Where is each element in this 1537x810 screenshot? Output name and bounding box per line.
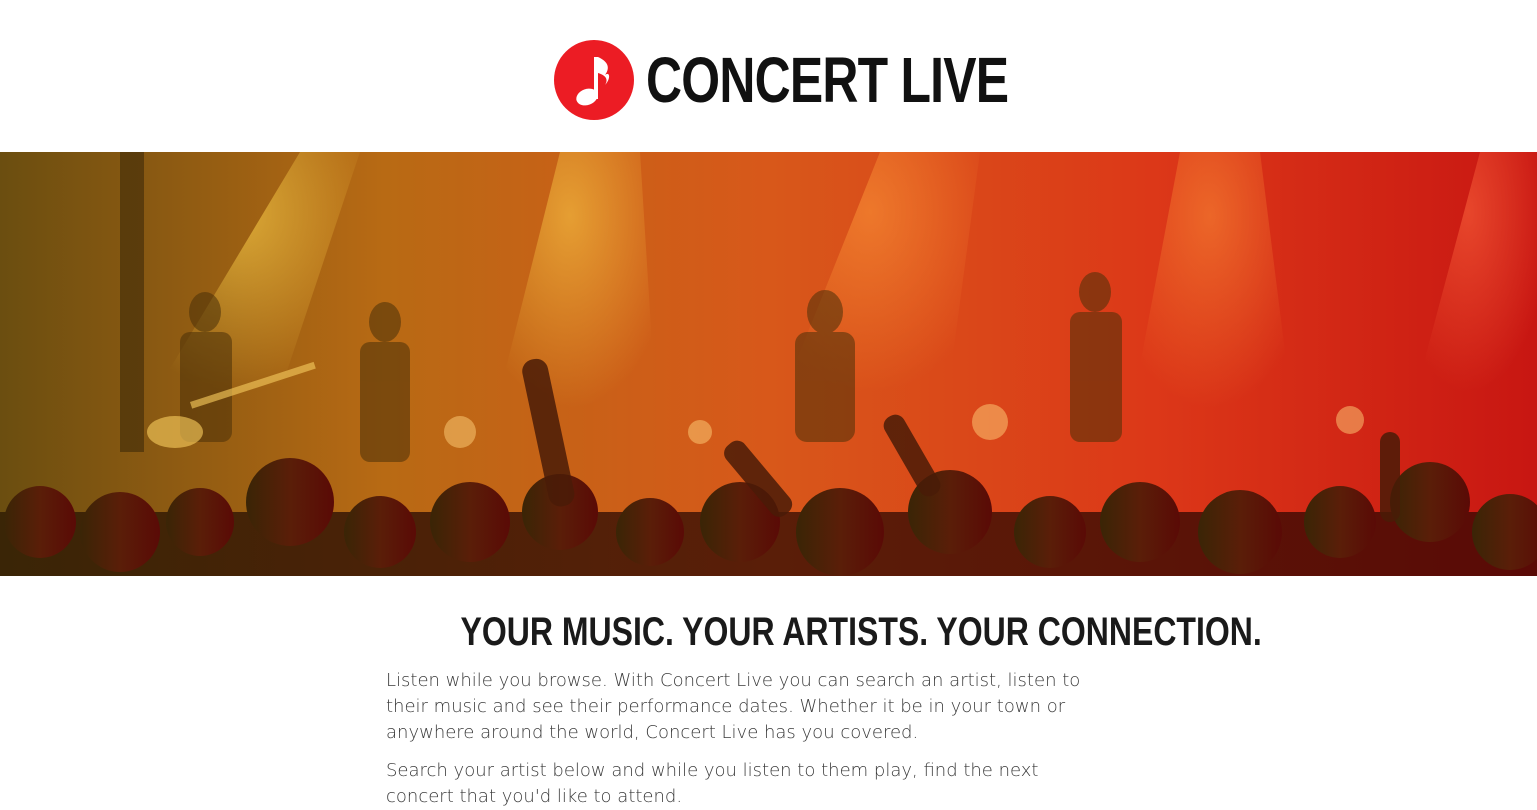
intro-paragraph-1: Listen while you browse. With Concert Li… (386, 670, 1081, 743)
concert-crowd-photo (0, 152, 1537, 576)
intro-paragraph-2: Search your artist below and while you l… (386, 760, 1039, 807)
brand-name: CONCERT LIVE (646, 44, 1009, 116)
brand-logo[interactable]: CONCERT LIVE (554, 40, 1110, 120)
music-note-icon (554, 40, 634, 120)
intro-section: YOUR MUSIC. YOUR ARTISTS. YOUR CONNECTIO… (386, 606, 1262, 810)
page-headline: YOUR MUSIC. YOUR ARTISTS. YOUR CONNECTIO… (460, 610, 1262, 654)
site-header: CONCERT LIVE (0, 0, 1537, 152)
hero-banner (0, 152, 1537, 576)
